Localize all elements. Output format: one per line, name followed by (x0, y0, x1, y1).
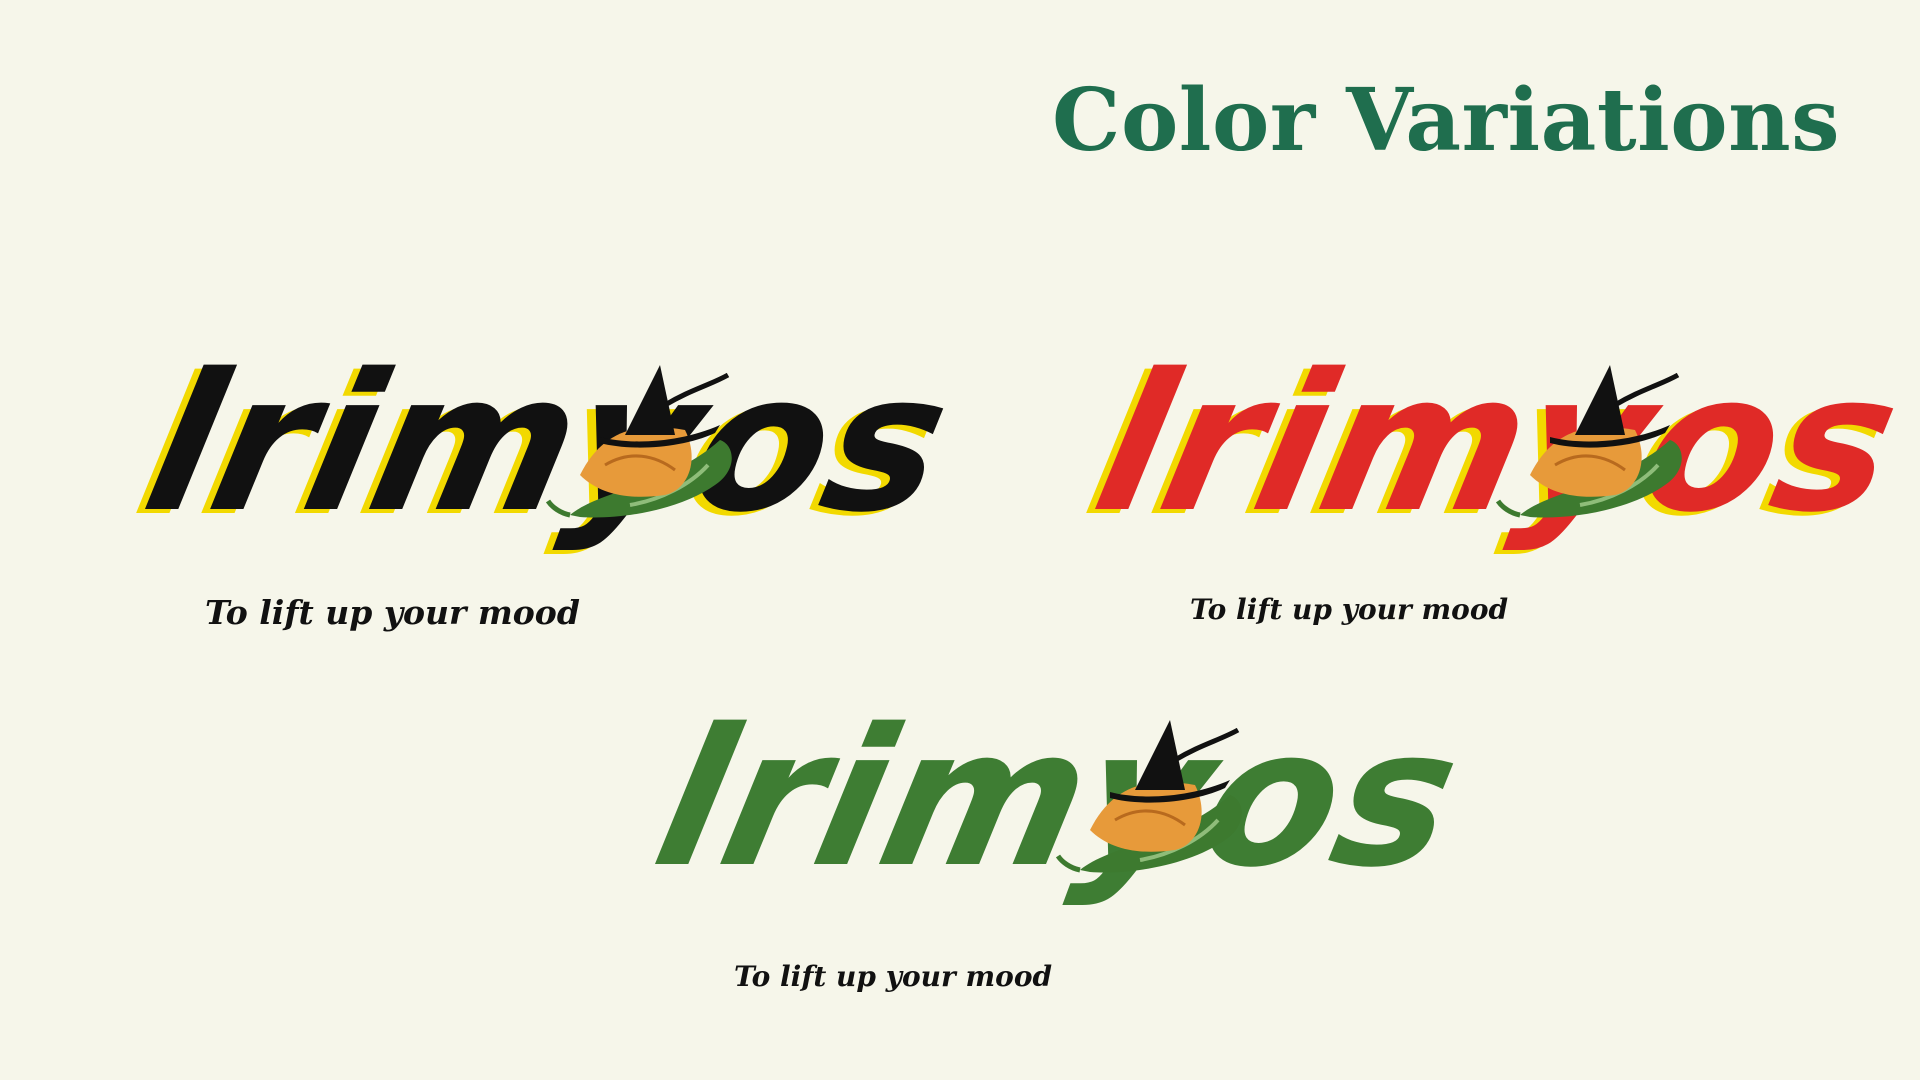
wordmark: lrimyos (639, 689, 1475, 910)
logo-graphic: lrimyos lrimyos (1071, 334, 1916, 559)
logo-green-variant: lrimyos (639, 689, 1475, 930)
wordmark: lrimyos (129, 334, 965, 555)
tagline: To lift up your mood (734, 960, 1053, 993)
tagline: To lift up your mood (205, 593, 580, 632)
logo-red-variant: lrimyos lrimyos (1071, 334, 1916, 575)
tagline: To lift up your mood (1190, 593, 1509, 626)
logo-graphic: lrimyos lrimyos (121, 334, 966, 559)
page-title: Color Variations (1052, 70, 1841, 171)
logo-graphic: lrimyos (639, 689, 1475, 910)
logo-black-variant: lrimyos lrimyos (121, 334, 966, 575)
wordmark: lrimyos (1079, 334, 1915, 555)
